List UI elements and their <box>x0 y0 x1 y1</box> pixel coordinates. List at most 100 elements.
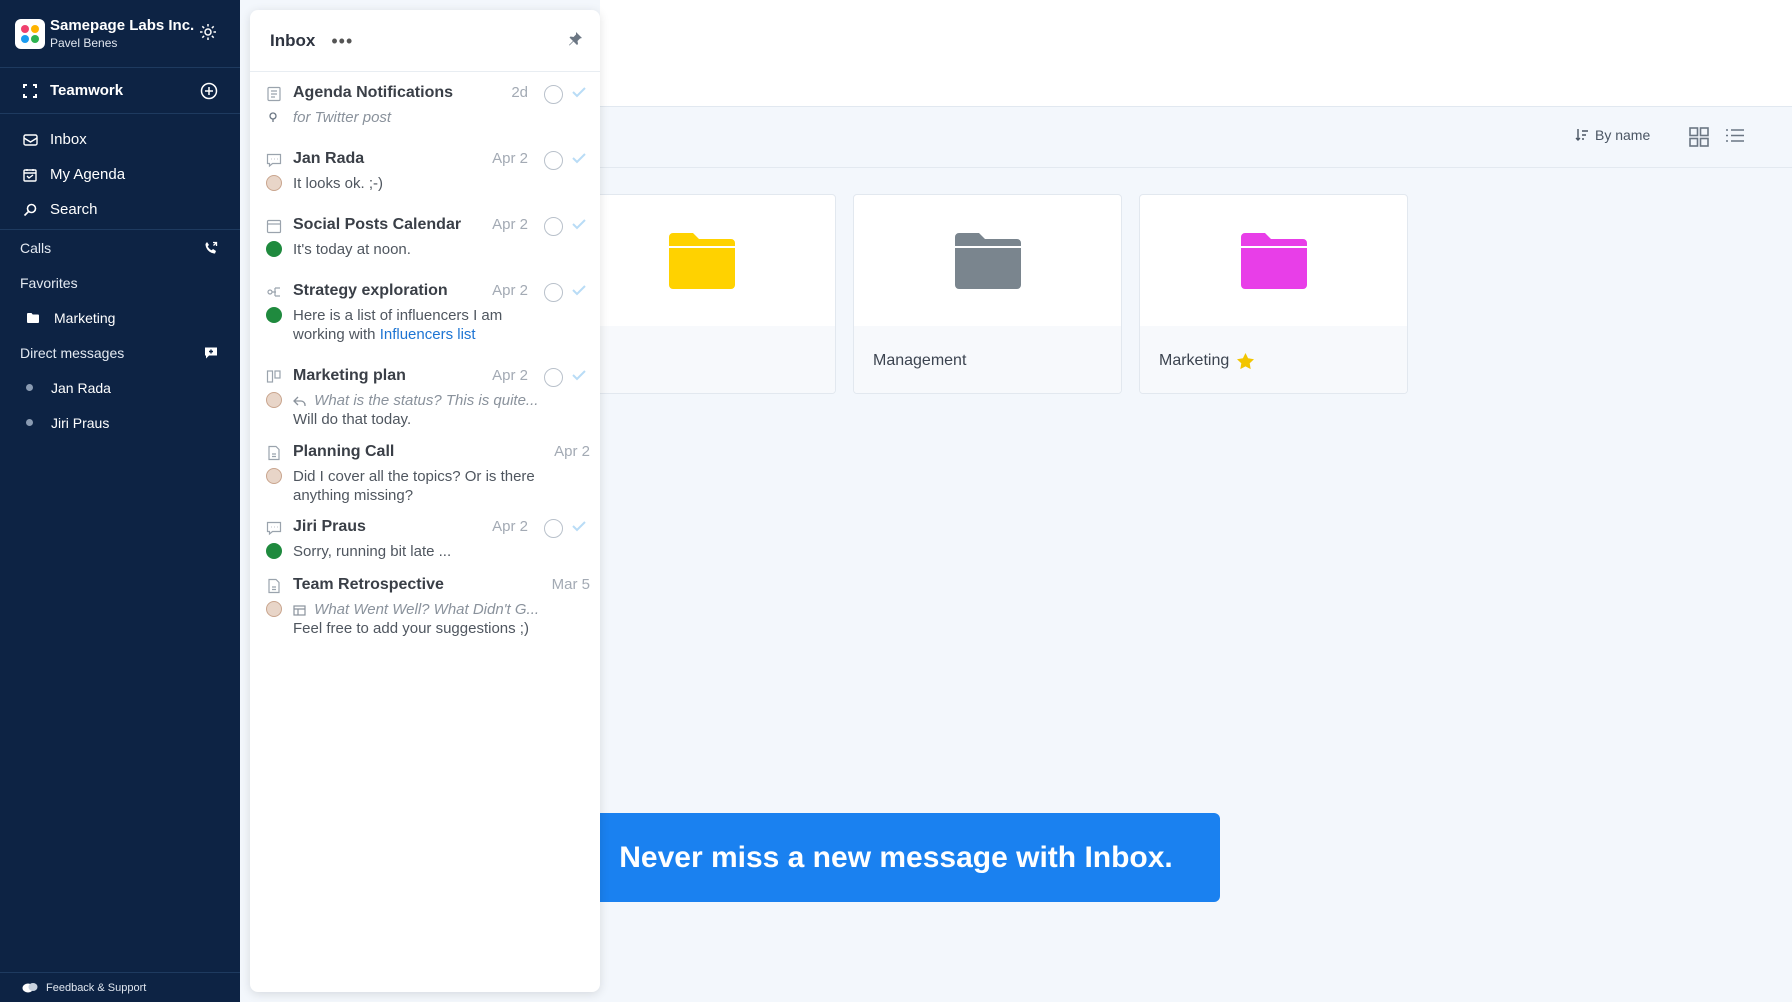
avatar <box>266 392 282 408</box>
avatar <box>266 175 282 191</box>
folder-label: Marketing <box>1159 351 1230 369</box>
board-icon <box>266 370 281 383</box>
message-preview: working with <box>293 326 376 343</box>
mark-done-toggle[interactable] <box>544 85 563 104</box>
mark-done-toggle[interactable] <box>544 151 563 170</box>
main-toolbar: By name <box>600 107 1792 168</box>
favorite-item-label: Marketing <box>54 309 116 326</box>
message-preview: It looks ok. ;-) <box>293 175 384 192</box>
sidebar-section-calls[interactable]: Calls <box>0 230 240 265</box>
checkmark-icon[interactable] <box>572 369 586 381</box>
sort-by-name-button[interactable]: By name <box>1575 127 1650 143</box>
team-teamwork[interactable]: Teamwork <box>0 68 240 114</box>
agenda-icon <box>267 86 281 102</box>
inbox-message[interactable]: Strategy exploration Apr 2 Here is a lis… <box>250 270 600 355</box>
checkmark-icon[interactable] <box>572 86 586 98</box>
onboarding-banner: Never miss a new message with Inbox. <box>572 813 1220 902</box>
more-options-icon[interactable]: ••• <box>331 32 353 50</box>
presence-dot <box>26 384 33 391</box>
folder-card-marketing[interactable]: Marketing <box>1139 194 1408 394</box>
workspace-logo <box>15 18 45 49</box>
feedback-icon <box>22 982 38 994</box>
checkmark-icon[interactable] <box>572 218 586 230</box>
sidebar-section-direct-messages[interactable]: Direct messages <box>0 335 240 370</box>
feedback-label: Feedback & Support <box>46 981 147 994</box>
workspace-name: Samepage Labs Inc. <box>50 16 195 34</box>
influencers-list-link[interactable]: Influencers list <box>380 326 476 343</box>
inbox-icon <box>22 132 38 148</box>
sidebar-item-my-agenda[interactable]: My Agenda <box>0 157 240 192</box>
star-icon[interactable] <box>1237 352 1255 369</box>
main-header <box>600 0 1792 107</box>
inbox-panel: Inbox ••• Agenda Notifications 2d for Tw… <box>250 10 600 992</box>
sidebar: Samepage Labs Inc. Pavel Benes Teamwork … <box>0 0 240 1002</box>
message-date: Apr 2 <box>554 443 590 460</box>
sidebar-item-search[interactable]: Search <box>0 192 240 227</box>
folder-icon <box>1240 232 1307 289</box>
inbox-title: Inbox <box>270 30 316 50</box>
phone-icon[interactable] <box>204 241 218 255</box>
checkmark-icon[interactable] <box>572 152 586 164</box>
message-date: Apr 2 <box>492 518 528 535</box>
direct-messages-label: Direct messages <box>20 344 125 361</box>
inbox-message[interactable]: Team Retrospective Mar 5 What Went Well?… <box>250 564 600 640</box>
sidebar-item-label: Inbox <box>50 131 87 148</box>
add-icon[interactable] <box>200 82 218 100</box>
folder-icon <box>954 232 1021 289</box>
feedback-support-link[interactable]: Feedback & Support <box>0 972 240 1002</box>
inbox-message[interactable]: Agenda Notifications 2d for Twitter post <box>250 72 600 138</box>
message-date: Apr 2 <box>492 150 528 167</box>
mark-done-toggle[interactable] <box>544 519 563 538</box>
inbox-message[interactable]: Marketing plan Apr 2 What is the status?… <box>250 355 600 431</box>
folder-icon <box>668 232 735 289</box>
mindmap-icon <box>267 287 280 297</box>
folder-card-r[interactable]: R <box>567 194 836 394</box>
avatar <box>266 468 282 484</box>
search-icon <box>22 202 38 218</box>
avatar <box>266 241 282 257</box>
sidebar-item-label: Search <box>50 201 98 218</box>
inbox-message[interactable]: Planning Call Apr 2 Did I cover all the … <box>250 431 600 506</box>
dm-item-jiri-praus[interactable]: Jiri Praus <box>0 405 240 440</box>
checkmark-icon[interactable] <box>572 284 586 296</box>
message-preview: It's today at noon. <box>293 241 411 258</box>
favorites-label: Favorites <box>20 274 78 291</box>
message-date: Apr 2 <box>492 367 528 384</box>
mark-done-toggle[interactable] <box>544 217 563 236</box>
presence-dot <box>26 419 33 426</box>
message-preview: Here is a list of influencers I am <box>293 307 503 324</box>
sidebar-section-favorites[interactable]: Favorites <box>0 265 240 300</box>
document-icon <box>268 578 280 594</box>
calendar-icon <box>22 167 38 183</box>
checkmark-icon[interactable] <box>572 520 586 532</box>
new-message-icon[interactable] <box>204 346 218 359</box>
team-label: Teamwork <box>50 82 124 99</box>
inbox-message[interactable]: Social Posts Calendar Apr 2 It's today a… <box>250 204 600 270</box>
calls-label: Calls <box>20 239 52 256</box>
sort-label: By name <box>1595 127 1651 143</box>
message-preview: What is the status? This is quite... <box>314 392 539 409</box>
gear-icon[interactable] <box>198 22 218 42</box>
message-preview: Will do that today. <box>293 411 412 428</box>
message-preview: What Went Well? What Didn't G... <box>314 601 540 618</box>
mark-done-toggle[interactable] <box>544 368 563 387</box>
user-name: Pavel Benes <box>50 35 118 50</box>
workspace-header[interactable]: Samepage Labs Inc. Pavel Benes <box>0 0 240 68</box>
sidebar-item-inbox[interactable]: Inbox <box>0 122 240 157</box>
inbox-header: Inbox ••• <box>250 10 600 72</box>
message-preview: for Twitter post <box>293 109 392 126</box>
mark-done-toggle[interactable] <box>544 283 563 302</box>
message-title: Team Retrospective <box>293 576 444 593</box>
document-icon <box>268 445 280 461</box>
pin-icon[interactable] <box>568 32 582 51</box>
dm-item-jan-rada[interactable]: Jan Rada <box>0 370 240 405</box>
list-view-icon[interactable] <box>1724 126 1746 148</box>
folder-card-management[interactable]: Management <box>853 194 1122 394</box>
favorite-item-marketing[interactable]: Marketing <box>0 300 240 335</box>
sort-icon <box>1575 128 1589 142</box>
team-icon <box>22 83 38 99</box>
inbox-message[interactable]: Jan Rada Apr 2 It looks ok. ;-) <box>250 138 600 204</box>
grid-view-icon[interactable] <box>1688 126 1710 148</box>
reply-icon <box>293 396 306 406</box>
inbox-message[interactable]: Jiri Praus Apr 2 Sorry, running bit late… <box>250 506 600 564</box>
